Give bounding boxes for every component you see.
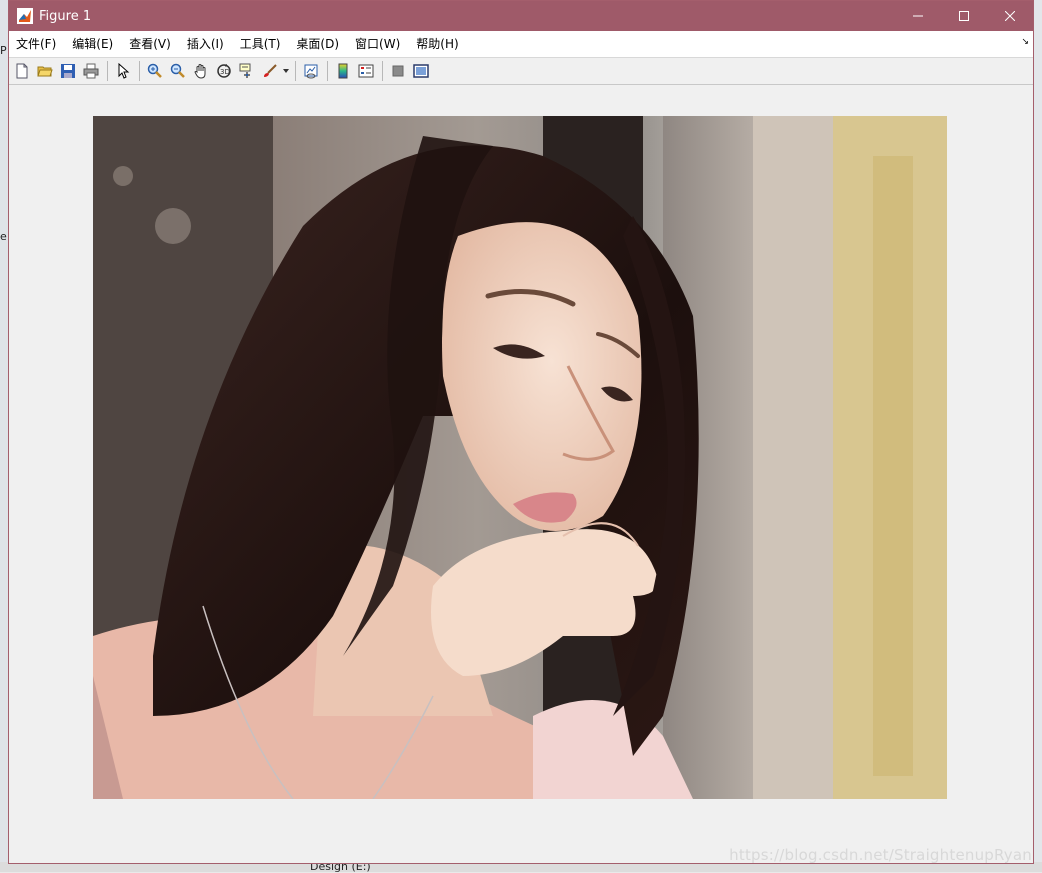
- menu-tools[interactable]: 工具(T): [232, 31, 289, 57]
- matlab-icon: [17, 8, 33, 24]
- show-plot-tools-icon: [413, 64, 429, 78]
- menu-help[interactable]: 帮助(H): [408, 31, 466, 57]
- menu-view[interactable]: 查看(V): [121, 31, 179, 57]
- title-bar[interactable]: Figure 1: [9, 1, 1033, 31]
- menu-file[interactable]: 文件(F): [9, 31, 64, 57]
- legend-button[interactable]: [355, 60, 377, 82]
- link-plot-icon: [304, 64, 318, 79]
- maximize-icon: [959, 11, 969, 21]
- photo-rendering: [93, 116, 947, 799]
- close-button[interactable]: [987, 1, 1033, 31]
- zoom-out-button[interactable]: [167, 60, 189, 82]
- chevron-down-icon: [283, 69, 289, 73]
- colorbar-icon: [338, 63, 348, 79]
- save-icon: [61, 64, 75, 78]
- data-cursor-button[interactable]: [236, 60, 258, 82]
- rotate-3d-icon: 3D: [217, 64, 231, 78]
- data-cursor-icon: [239, 63, 251, 78]
- figure-toolbar: 3D: [9, 58, 1033, 85]
- save-button[interactable]: [57, 60, 79, 82]
- zoom-in-icon: [147, 63, 162, 78]
- window-title: Figure 1: [39, 8, 92, 24]
- watermark-text: https://blog.csdn.net/StraightenupRyan: [729, 846, 1032, 864]
- colorbar-button[interactable]: [332, 60, 354, 82]
- menubar-dock-arrow-icon[interactable]: ↘: [1021, 37, 1029, 47]
- menu-insert[interactable]: 插入(I): [179, 31, 232, 57]
- open-file-button[interactable]: [34, 60, 56, 82]
- maximize-button[interactable]: [941, 1, 987, 31]
- menu-window[interactable]: 窗口(W): [347, 31, 408, 57]
- hide-plot-tools-button[interactable]: [387, 60, 409, 82]
- zoom-in-button[interactable]: [144, 60, 166, 82]
- zoom-out-icon: [170, 63, 185, 78]
- pointer-arrow-icon: [118, 63, 130, 79]
- menu-bar: 文件(F) 编辑(E) 查看(V) 插入(I) 工具(T) 桌面(D) 窗口(W…: [9, 31, 1033, 58]
- brush-dropdown-button[interactable]: [282, 60, 290, 82]
- menu-desktop[interactable]: 桌面(D): [288, 31, 347, 57]
- close-icon: [1005, 11, 1015, 21]
- figure-window: Figure 1 文件(F) 编辑(E) 查看(V) 插入(I) 工具(T) 桌…: [8, 0, 1034, 864]
- new-file-icon: [16, 63, 28, 79]
- background-window-left: P e: [0, 0, 8, 872]
- minimize-button[interactable]: [895, 1, 941, 31]
- show-plot-tools-button[interactable]: [410, 60, 432, 82]
- printer-icon: [83, 63, 99, 79]
- select-button[interactable]: [112, 60, 134, 82]
- brush-icon: [264, 64, 277, 77]
- svg-text:3D: 3D: [220, 68, 230, 76]
- print-button[interactable]: [80, 60, 102, 82]
- background-window-right: [1034, 0, 1042, 872]
- brush-button[interactable]: [259, 60, 281, 82]
- link-plot-button[interactable]: [300, 60, 322, 82]
- hide-plot-tools-icon: [392, 65, 404, 77]
- hand-icon: [194, 64, 206, 79]
- menu-edit[interactable]: 编辑(E): [64, 31, 121, 57]
- displayed-image: [93, 116, 947, 799]
- legend-icon: [358, 64, 374, 78]
- pan-button[interactable]: [190, 60, 212, 82]
- folder-open-icon: [37, 66, 53, 77]
- new-figure-button[interactable]: [11, 60, 33, 82]
- rotate-3d-button[interactable]: 3D: [213, 60, 235, 82]
- minimize-icon: [913, 15, 923, 17]
- figure-canvas: [9, 85, 1033, 863]
